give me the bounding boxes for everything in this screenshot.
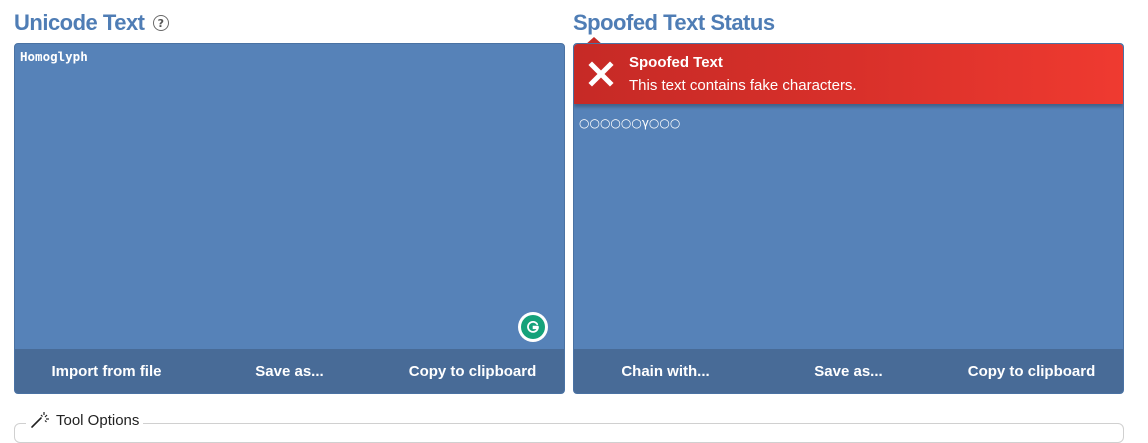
unicode-text-action-bar: Import from file Save as... Copy to clip… xyxy=(15,349,564,393)
grammarly-icon[interactable] xyxy=(518,312,548,342)
spoofed-text-output[interactable]: ○○○○○○γ○○○ xyxy=(579,116,1118,130)
magic-wand-icon xyxy=(31,412,49,428)
copy-to-clipboard-button[interactable]: Copy to clipboard xyxy=(381,363,564,380)
alert-message: This text contains fake characters. xyxy=(629,77,857,94)
import-from-file-button[interactable]: Import from file xyxy=(15,363,198,380)
spoofed-text-status-title: Spoofed Text Status xyxy=(573,10,775,36)
spoofed-text-output-area[interactable]: Spoofed Text This text contains fake cha… xyxy=(573,43,1124,394)
unicode-text-input-area[interactable]: Homoglyph Import from file Save as... Co… xyxy=(14,43,565,394)
alert-title: Spoofed Text xyxy=(629,54,723,71)
save-as-button[interactable]: Save as... xyxy=(757,363,940,380)
spoofed-text-action-bar: Chain with... Save as... Copy to clipboa… xyxy=(574,349,1123,393)
tool-options-panel xyxy=(14,423,1124,443)
unicode-text-title-label: Unicode Text xyxy=(14,10,145,35)
help-icon[interactable]: ? xyxy=(152,15,169,31)
close-x-icon xyxy=(588,61,614,87)
spoofed-text-status-title-label: Spoofed Text Status xyxy=(573,10,775,35)
unicode-text-input[interactable]: Homoglyph xyxy=(20,49,559,64)
spoofed-alert: Spoofed Text This text contains fake cha… xyxy=(574,44,1123,104)
tool-options-legend[interactable]: Tool Options xyxy=(26,411,144,429)
copy-to-clipboard-button[interactable]: Copy to clipboard xyxy=(940,363,1123,380)
unicode-text-title: Unicode Text ? xyxy=(14,10,169,36)
save-as-button[interactable]: Save as... xyxy=(198,363,381,380)
chain-with-button[interactable]: Chain with... xyxy=(574,363,757,380)
tool-options-label: Tool Options xyxy=(56,411,140,429)
